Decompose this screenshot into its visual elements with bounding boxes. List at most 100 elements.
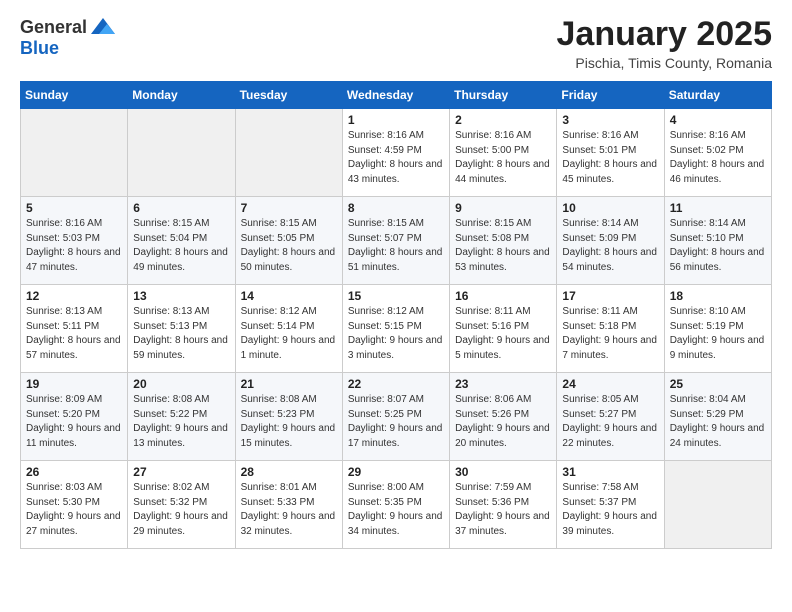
calendar-page: General Blue January 2025 Pischia, Timis… bbox=[0, 0, 792, 612]
day-number: 23 bbox=[455, 377, 551, 391]
day-info: Sunrise: 8:06 AMSunset: 5:26 PMDaylight:… bbox=[455, 393, 551, 451]
day-number: 30 bbox=[455, 465, 551, 479]
header: General Blue January 2025 Pischia, Timis… bbox=[20, 16, 772, 71]
day-cell-4: 4 Sunrise: 8:16 AMSunset: 5:02 PMDaylight… bbox=[664, 109, 771, 197]
day-info: Sunrise: 8:15 AMSunset: 5:05 PMDaylight:… bbox=[241, 217, 337, 275]
day-cell-5: 5Sunrise: 8:16 AMSunset: 5:03 PMDaylight… bbox=[21, 197, 128, 285]
week-row-4: 19Sunrise: 8:09 AMSunset: 5:20 PMDayligh… bbox=[21, 373, 772, 461]
day-number: 21 bbox=[241, 377, 337, 391]
week-row-3: 12 Sunrise: 8:13 AMSunset: 5:11 PMDayligh… bbox=[21, 285, 772, 373]
day-cell-18: 18 Sunrise: 8:10 AMSunset: 5:19 PMDayligh… bbox=[664, 285, 771, 373]
day-number: 10 bbox=[562, 201, 658, 215]
day-cell-1: 1 Sunrise: 8:16 AMSunset: 4:59 PMDaylight… bbox=[342, 109, 449, 197]
day-cell-17: 17 Sunrise: 8:11 AMSunset: 5:18 PMDayligh… bbox=[557, 285, 664, 373]
day-info: Sunrise: 8:13 AMSunset: 5:13 PMDaylight:… bbox=[133, 305, 229, 363]
calendar-subtitle: Pischia, Timis County, Romania bbox=[557, 55, 773, 71]
day-info: Sunrise: 8:16 AMSunset: 5:01 PMDaylight:… bbox=[562, 129, 658, 187]
day-cell-7: 7 Sunrise: 8:15 AMSunset: 5:05 PMDaylight… bbox=[235, 197, 342, 285]
day-number: 25 bbox=[670, 377, 766, 391]
day-info: Sunrise: 8:14 AMSunset: 5:09 PMDaylight:… bbox=[562, 217, 658, 275]
day-header-monday: Monday bbox=[128, 82, 235, 109]
day-number: 1 bbox=[348, 113, 444, 127]
day-info: Sunrise: 8:11 AMSunset: 5:16 PMDaylight:… bbox=[455, 305, 551, 363]
week-row-2: 5Sunrise: 8:16 AMSunset: 5:03 PMDaylight… bbox=[21, 197, 772, 285]
day-cell-2: 2 Sunrise: 8:16 AMSunset: 5:00 PMDaylight… bbox=[450, 109, 557, 197]
day-info: Sunrise: 8:15 AMSunset: 5:08 PMDaylight:… bbox=[455, 217, 551, 275]
day-number: 29 bbox=[348, 465, 444, 479]
day-info: Sunrise: 8:10 AMSunset: 5:19 PMDaylight:… bbox=[670, 305, 766, 363]
day-info: Sunrise: 8:12 AMSunset: 5:14 PMDaylight:… bbox=[241, 305, 337, 363]
day-cell-empty bbox=[21, 109, 128, 197]
day-header-wednesday: Wednesday bbox=[342, 82, 449, 109]
day-cell-30: 30 Sunrise: 7:59 AMSunset: 5:36 PMDayligh… bbox=[450, 461, 557, 549]
day-header-saturday: Saturday bbox=[664, 82, 771, 109]
day-cell-14: 14 Sunrise: 8:12 AMSunset: 5:14 PMDayligh… bbox=[235, 285, 342, 373]
day-info: Sunrise: 8:02 AMSunset: 5:32 PMDaylight:… bbox=[133, 481, 229, 539]
day-number: 18 bbox=[670, 289, 766, 303]
day-info: Sunrise: 7:59 AMSunset: 5:36 PMDaylight:… bbox=[455, 481, 551, 539]
day-number: 11 bbox=[670, 201, 766, 215]
week-row-5: 26Sunrise: 8:03 AMSunset: 5:30 PMDayligh… bbox=[21, 461, 772, 549]
day-cell-15: 15Sunrise: 8:12 AMSunset: 5:15 PMDayligh… bbox=[342, 285, 449, 373]
logo: General Blue bbox=[20, 16, 117, 59]
day-info: Sunrise: 8:13 AMSunset: 5:11 PMDaylight:… bbox=[26, 305, 122, 363]
day-number: 15 bbox=[348, 289, 444, 303]
day-cell-31: 31Sunrise: 7:58 AMSunset: 5:37 PMDayligh… bbox=[557, 461, 664, 549]
day-cell-3: 3Sunrise: 8:16 AMSunset: 5:01 PMDaylight… bbox=[557, 109, 664, 197]
day-cell-22: 22 Sunrise: 8:07 AMSunset: 5:25 PMDayligh… bbox=[342, 373, 449, 461]
day-number: 27 bbox=[133, 465, 229, 479]
day-info: Sunrise: 8:16 AMSunset: 5:03 PMDaylight:… bbox=[26, 217, 122, 275]
day-cell-19: 19Sunrise: 8:09 AMSunset: 5:20 PMDayligh… bbox=[21, 373, 128, 461]
day-info: Sunrise: 8:16 AMSunset: 5:02 PMDaylight:… bbox=[670, 129, 766, 187]
day-number: 7 bbox=[241, 201, 337, 215]
day-header-row: SundayMondayTuesdayWednesdayThursdayFrid… bbox=[21, 82, 772, 109]
day-info: Sunrise: 8:07 AMSunset: 5:25 PMDaylight:… bbox=[348, 393, 444, 451]
day-cell-empty bbox=[235, 109, 342, 197]
day-number: 4 bbox=[670, 113, 766, 127]
day-info: Sunrise: 8:11 AMSunset: 5:18 PMDaylight:… bbox=[562, 305, 658, 363]
day-info: Sunrise: 8:04 AMSunset: 5:29 PMDaylight:… bbox=[670, 393, 766, 451]
day-number: 14 bbox=[241, 289, 337, 303]
day-cell-29: 29 Sunrise: 8:00 AMSunset: 5:35 PMDayligh… bbox=[342, 461, 449, 549]
day-cell-28: 28Sunrise: 8:01 AMSunset: 5:33 PMDayligh… bbox=[235, 461, 342, 549]
day-number: 2 bbox=[455, 113, 551, 127]
day-number: 17 bbox=[562, 289, 658, 303]
day-cell-13: 13Sunrise: 8:13 AMSunset: 5:13 PMDayligh… bbox=[128, 285, 235, 373]
day-cell-11: 11 Sunrise: 8:14 AMSunset: 5:10 PMDayligh… bbox=[664, 197, 771, 285]
calendar-title: January 2025 bbox=[557, 16, 773, 53]
day-info: Sunrise: 8:01 AMSunset: 5:33 PMDaylight:… bbox=[241, 481, 337, 539]
day-info: Sunrise: 8:08 AMSunset: 5:23 PMDaylight:… bbox=[241, 393, 337, 451]
title-block: January 2025 Pischia, Timis County, Roma… bbox=[557, 16, 773, 71]
day-header-thursday: Thursday bbox=[450, 82, 557, 109]
day-info: Sunrise: 8:08 AMSunset: 5:22 PMDaylight:… bbox=[133, 393, 229, 451]
day-info: Sunrise: 8:03 AMSunset: 5:30 PMDaylight:… bbox=[26, 481, 122, 539]
day-cell-9: 9 Sunrise: 8:15 AMSunset: 5:08 PMDaylight… bbox=[450, 197, 557, 285]
day-info: Sunrise: 7:58 AMSunset: 5:37 PMDaylight:… bbox=[562, 481, 658, 539]
day-number: 8 bbox=[348, 201, 444, 215]
day-info: Sunrise: 8:00 AMSunset: 5:35 PMDaylight:… bbox=[348, 481, 444, 539]
day-cell-10: 10 Sunrise: 8:14 AMSunset: 5:09 PMDayligh… bbox=[557, 197, 664, 285]
day-cell-25: 25 Sunrise: 8:04 AMSunset: 5:29 PMDayligh… bbox=[664, 373, 771, 461]
day-header-sunday: Sunday bbox=[21, 82, 128, 109]
logo-blue-text: Blue bbox=[20, 38, 59, 59]
day-cell-8: 8 Sunrise: 8:15 AMSunset: 5:07 PMDaylight… bbox=[342, 197, 449, 285]
day-number: 6 bbox=[133, 201, 229, 215]
day-info: Sunrise: 8:15 AMSunset: 5:04 PMDaylight:… bbox=[133, 217, 229, 275]
day-cell-empty bbox=[664, 461, 771, 549]
day-cell-24: 24 Sunrise: 8:05 AMSunset: 5:27 PMDayligh… bbox=[557, 373, 664, 461]
day-info: Sunrise: 8:16 AMSunset: 5:00 PMDaylight:… bbox=[455, 129, 551, 187]
calendar-table: SundayMondayTuesdayWednesdayThursdayFrid… bbox=[20, 81, 772, 549]
day-number: 9 bbox=[455, 201, 551, 215]
day-number: 16 bbox=[455, 289, 551, 303]
day-info: Sunrise: 8:15 AMSunset: 5:07 PMDaylight:… bbox=[348, 217, 444, 275]
day-number: 22 bbox=[348, 377, 444, 391]
day-number: 12 bbox=[26, 289, 122, 303]
day-info: Sunrise: 8:05 AMSunset: 5:27 PMDaylight:… bbox=[562, 393, 658, 451]
week-row-1: 1 Sunrise: 8:16 AMSunset: 4:59 PMDaylight… bbox=[21, 109, 772, 197]
day-cell-6: 6 Sunrise: 8:15 AMSunset: 5:04 PMDaylight… bbox=[128, 197, 235, 285]
day-number: 24 bbox=[562, 377, 658, 391]
day-cell-21: 21 Sunrise: 8:08 AMSunset: 5:23 PMDayligh… bbox=[235, 373, 342, 461]
day-number: 19 bbox=[26, 377, 122, 391]
day-info: Sunrise: 8:14 AMSunset: 5:10 PMDaylight:… bbox=[670, 217, 766, 275]
day-info: Sunrise: 8:16 AMSunset: 4:59 PMDaylight:… bbox=[348, 129, 444, 187]
